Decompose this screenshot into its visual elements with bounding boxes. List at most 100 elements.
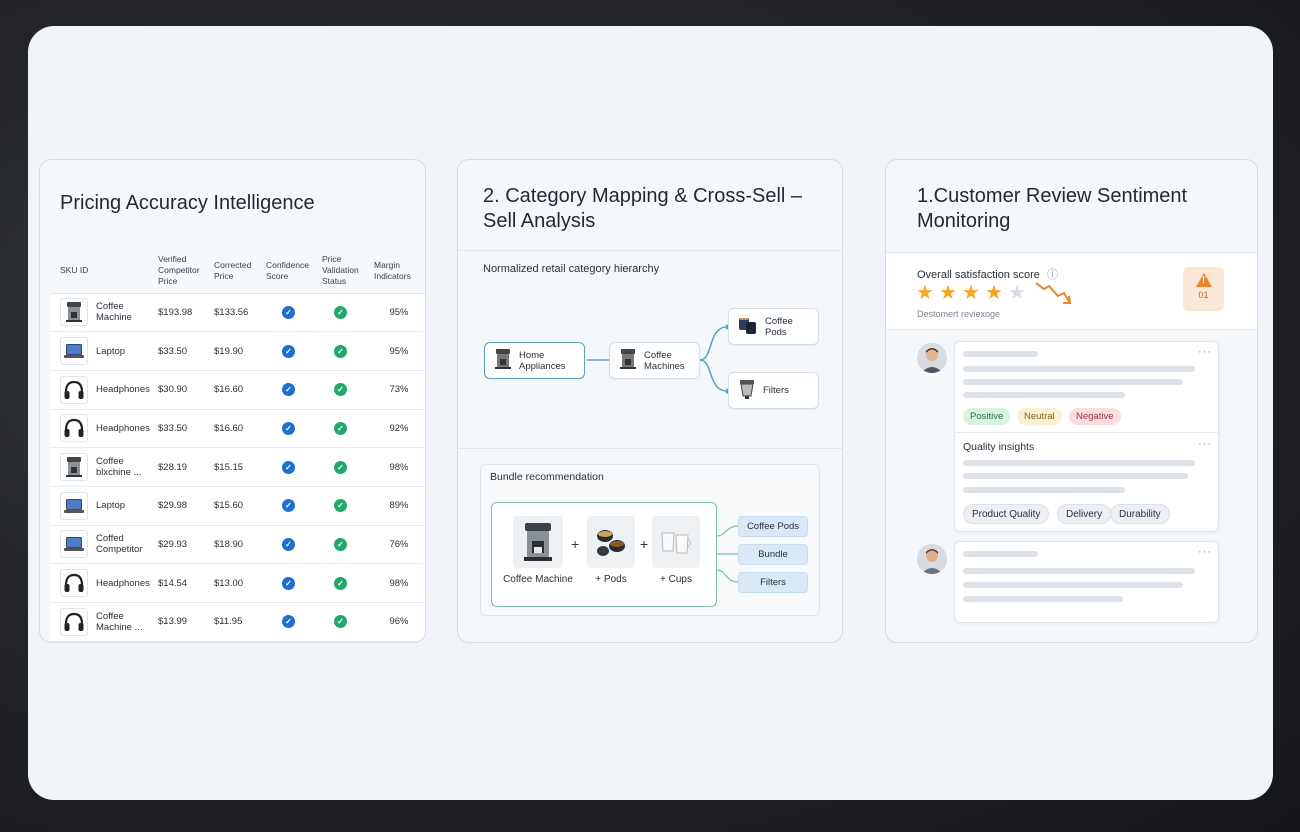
headphones-icon xyxy=(60,414,88,443)
check-circle-icon: ✓ xyxy=(334,383,347,397)
col-header-validation: Price Validation Status xyxy=(320,249,372,294)
laptop-icon xyxy=(60,530,88,559)
table-row[interactable]: Coffee Machine ... $13.99 $11.95 ✓ ✓ 96% xyxy=(50,602,425,642)
sku-cell: Coffee Machine ... xyxy=(50,602,156,642)
check-circle-icon: ✓ xyxy=(334,615,347,629)
more-options-icon[interactable]: ··· xyxy=(1198,546,1212,558)
text-placeholder xyxy=(963,460,1195,466)
more-options-icon[interactable]: ··· xyxy=(1198,346,1212,358)
check-circle-icon: ✓ xyxy=(334,421,347,435)
competitor-price: $30.90 xyxy=(156,370,212,410)
sentiment-tag-negative[interactable]: Negative xyxy=(1069,408,1121,425)
corrected-price: $16.60 xyxy=(212,370,264,410)
validation-cell: ✓ xyxy=(320,486,372,526)
headphones-icon xyxy=(60,569,88,598)
table-row[interactable]: Coffed Competitor $29.93 $18.90 ✓ ✓ 76% xyxy=(50,525,425,565)
main-panel: Pricing Accuracy Intelligence SKU ID Ver… xyxy=(28,26,1273,800)
check-circle-icon: ✓ xyxy=(282,305,295,319)
warning-icon: ! xyxy=(1195,272,1213,288)
table-row[interactable]: Headphones $14.54 $13.00 ✓ ✓ 98% xyxy=(50,563,425,603)
text-placeholder xyxy=(963,473,1188,479)
check-circle-icon: ✓ xyxy=(282,499,295,513)
product-name: Coffee Machine ... xyxy=(96,610,143,633)
sentiment-tag-positive[interactable]: Positive xyxy=(963,408,1011,425)
table-row[interactable]: Headphones $33.50 $16.60 ✓ ✓ 92% xyxy=(50,409,425,449)
margin-indicator: 98% xyxy=(372,447,425,487)
validation-cell: ✓ xyxy=(320,525,372,565)
sentiment-tag-neutral[interactable]: Neutral xyxy=(1017,408,1062,425)
check-circle-icon: ✓ xyxy=(282,421,295,435)
text-placeholder xyxy=(963,568,1195,574)
competitor-price: $28.19 xyxy=(156,447,212,487)
text-placeholder xyxy=(963,351,1038,357)
text-placeholder xyxy=(963,392,1125,398)
col-header-competitor: Verified Competitor Price xyxy=(156,249,212,294)
headphones-icon xyxy=(60,375,88,404)
check-circle-icon: ✓ xyxy=(282,615,295,629)
table-row[interactable]: Headphones $30.90 $16.60 ✓ ✓ 73% xyxy=(50,370,425,410)
insight-chip-product-quality[interactable]: Product Quality xyxy=(963,504,1050,524)
divider xyxy=(955,432,1220,433)
category-mapping-card: 2. Category Mapping & Cross-Sell – Sell … xyxy=(457,159,843,643)
trend-down-icon xyxy=(1035,282,1072,304)
table-row[interactable]: Laptop $33.50 $19.90 ✓ ✓ 95% xyxy=(50,331,425,371)
validation-cell: ✓ xyxy=(320,447,372,487)
more-options-icon[interactable]: ··· xyxy=(1198,438,1212,450)
sku-cell: Laptop xyxy=(50,486,156,526)
margin-indicator: 89% xyxy=(372,486,425,526)
product-name: Coffee blxchine ... xyxy=(96,456,142,479)
margin-indicator: 96% xyxy=(372,602,425,642)
validation-cell: ✓ xyxy=(320,563,372,603)
insight-chip-delivery[interactable]: Delivery xyxy=(1057,504,1112,524)
sku-cell: Coffee Machine xyxy=(50,293,156,333)
bundle-pill-coffee-pods[interactable]: Coffee Pods xyxy=(738,516,808,537)
check-circle-icon: ✓ xyxy=(282,537,295,551)
bundle-pill-filters[interactable]: Filters xyxy=(738,572,808,593)
corrected-price: $133.56 xyxy=(212,293,264,333)
sku-cell: Headphones xyxy=(50,563,156,603)
col-header-margin: Margin Indicators xyxy=(372,249,425,294)
table-row[interactable]: Coffee blxchine ... $28.19 $15.15 ✓ ✓ 98% xyxy=(50,447,425,487)
review-card[interactable]: ··· xyxy=(954,541,1219,623)
reviewer-avatar xyxy=(917,343,947,373)
insight-chip-durability[interactable]: Durability xyxy=(1110,504,1170,524)
confidence-cell: ✓ xyxy=(264,486,320,526)
validation-cell: ✓ xyxy=(320,293,372,333)
competitor-price: $33.50 xyxy=(156,331,212,371)
margin-indicator: 92% xyxy=(372,409,425,449)
review-card[interactable]: ··· Positive Neutral Negative Quality in… xyxy=(954,341,1220,532)
corrected-price: $13.00 xyxy=(212,563,264,603)
sku-cell: Laptop xyxy=(50,331,156,371)
check-circle-icon: ✓ xyxy=(334,344,347,358)
check-circle-icon: ✓ xyxy=(334,305,347,319)
competitor-price: $33.50 xyxy=(156,409,212,449)
product-name: Coffee Machine xyxy=(96,301,132,324)
quality-insights-label: Quality insights xyxy=(963,441,1035,453)
sku-cell: Headphones xyxy=(50,370,156,410)
check-circle-icon: ✓ xyxy=(282,383,295,397)
check-circle-icon: ✓ xyxy=(334,537,347,551)
corrected-price: $16.60 xyxy=(212,409,264,449)
table-row[interactable]: Coffee Machine $193.98 $133.56 ✓ ✓ 95% xyxy=(50,293,425,333)
text-placeholder xyxy=(963,596,1123,602)
pricing-table: SKU ID Verified Competitor Price Correct… xyxy=(50,249,425,642)
confidence-cell: ✓ xyxy=(264,409,320,449)
text-placeholder xyxy=(963,582,1183,588)
alert-count: 01 xyxy=(1198,290,1209,300)
alert-badge[interactable]: ! 01 xyxy=(1183,267,1224,311)
validation-cell: ✓ xyxy=(320,409,372,449)
competitor-price: $14.54 xyxy=(156,563,212,603)
confidence-cell: ✓ xyxy=(264,293,320,333)
margin-indicator: 95% xyxy=(372,293,425,333)
product-name: Coffed Competitor xyxy=(96,533,143,556)
corrected-price: $15.15 xyxy=(212,447,264,487)
margin-indicator: 73% xyxy=(372,370,425,410)
confidence-cell: ✓ xyxy=(264,447,320,487)
bundle-pill-bundle[interactable]: Bundle xyxy=(738,544,808,565)
sku-cell: Coffed Competitor xyxy=(50,525,156,565)
sentiment-card: 1.Customer Review Sentiment Monitoring O… xyxy=(885,159,1258,643)
pricing-accuracy-card: Pricing Accuracy Intelligence SKU ID Ver… xyxy=(39,159,426,643)
product-name: Headphones xyxy=(96,577,150,589)
validation-cell: ✓ xyxy=(320,370,372,410)
table-row[interactable]: Laptop $29.98 $15.60 ✓ ✓ 89% xyxy=(50,486,425,526)
